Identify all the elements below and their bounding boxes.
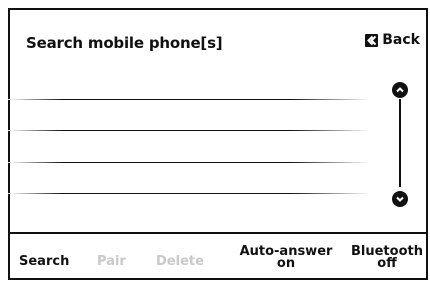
- delete-label: Delete: [156, 254, 204, 269]
- scroll-track[interactable]: [399, 99, 401, 187]
- scroll-down-button[interactable]: [392, 191, 408, 207]
- list-row-divider: [8, 162, 370, 163]
- auto-answer-button[interactable]: Auto-answer on: [236, 245, 336, 271]
- pair-button[interactable]: Pair: [97, 254, 126, 269]
- scroll-up-button[interactable]: [392, 82, 408, 98]
- list-row-divider: [8, 130, 370, 131]
- bluetooth-label-line2: off: [377, 256, 397, 271]
- toolbar-separator: [8, 232, 428, 234]
- bluetooth-button[interactable]: Bluetooth off: [346, 245, 428, 271]
- page-title: Search mobile phone[s]: [26, 34, 223, 52]
- list-row-divider: [8, 99, 370, 100]
- search-label: Search: [19, 254, 70, 269]
- back-label: Back: [382, 32, 420, 48]
- pair-label: Pair: [97, 254, 126, 269]
- auto-answer-label-line2: on: [276, 256, 296, 271]
- back-arrow-icon: [365, 33, 379, 47]
- search-button[interactable]: Search: [19, 254, 70, 269]
- scroll-down-chevron-icon: [396, 196, 404, 202]
- back-button[interactable]: Back: [365, 32, 420, 48]
- list-row-divider: [8, 193, 370, 194]
- delete-button[interactable]: Delete: [156, 254, 204, 269]
- scroll-up-chevron-icon: [396, 87, 404, 93]
